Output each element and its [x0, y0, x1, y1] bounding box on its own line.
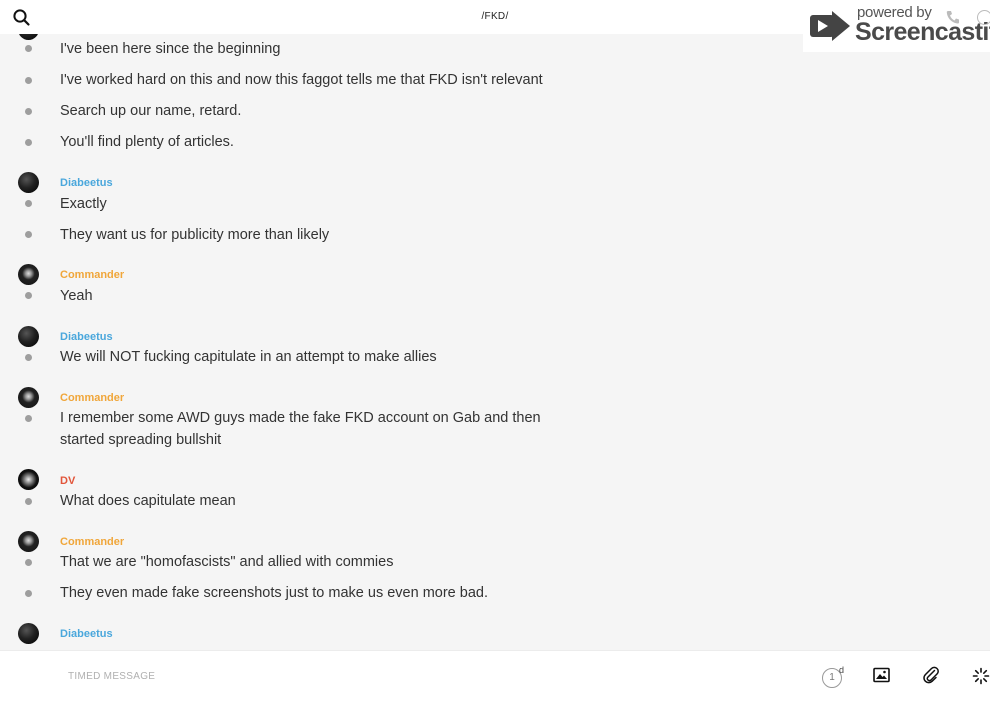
message-text: What does capitulate mean — [60, 493, 236, 509]
avatar[interactable] — [18, 264, 39, 285]
watermark-brand: Screencastify — [855, 18, 990, 46]
timer-unit: d — [839, 665, 845, 675]
message-bullet — [25, 45, 32, 52]
screencastify-logo-icon — [808, 7, 852, 50]
message-bullet — [25, 231, 32, 238]
author-name[interactable]: DV — [60, 475, 75, 487]
avatar[interactable] — [18, 172, 39, 193]
message-bullet — [25, 108, 32, 115]
message-feed[interactable]: I've been here since the beginning I've … — [0, 0, 990, 650]
message-bullet — [25, 498, 32, 505]
message-text: We will NOT fucking capitulate in an att… — [60, 349, 437, 365]
message-text: Yeah — [60, 288, 93, 304]
message-bullet — [25, 590, 32, 597]
author-name[interactable]: Commander — [60, 392, 124, 404]
author-name[interactable]: Diabeetus — [60, 628, 113, 640]
message-bullet — [25, 559, 32, 566]
message-text: That we are "homofascists" and allied wi… — [60, 554, 394, 570]
message-text: Search up our name, retard. — [60, 103, 242, 119]
message-text: They even made fake screenshots just to … — [60, 585, 488, 601]
composer: TIMED MESSAGE 1 — [0, 650, 990, 701]
message-bullet — [25, 415, 32, 422]
phone-icon[interactable] — [945, 9, 961, 30]
spinner-icon[interactable] — [972, 667, 990, 690]
avatar[interactable] — [18, 623, 39, 644]
message-bullet — [25, 200, 32, 207]
author-name[interactable]: Commander — [60, 536, 124, 548]
screencastify-watermark: powered by Screencastify — [803, 0, 990, 52]
message-input[interactable]: TIMED MESSAGE — [68, 671, 155, 682]
author-name[interactable]: Diabeetus — [60, 331, 113, 343]
message-text: I've worked hard on this and now this fa… — [60, 72, 543, 88]
message-text: I've been here since the beginning — [60, 41, 281, 57]
message-bullet — [25, 292, 32, 299]
message-text: Exactly — [60, 196, 107, 212]
message-text: They want us for publicity more than lik… — [60, 227, 330, 243]
author-name[interactable]: Diabeetus — [60, 177, 113, 189]
message-text: You'll find plenty of articles. — [60, 134, 234, 150]
message-bullet — [25, 77, 32, 84]
paperclip-icon[interactable] — [922, 666, 940, 689]
image-icon[interactable] — [873, 667, 890, 688]
info-icon[interactable] — [977, 10, 990, 25]
author-name[interactable]: Commander — [60, 269, 124, 281]
avatar[interactable] — [18, 326, 39, 347]
message-bullet — [25, 139, 32, 146]
message-text: I remember some AWD guys made the fake F… — [60, 410, 541, 448]
avatar[interactable] — [18, 531, 39, 552]
avatar[interactable] — [18, 469, 39, 490]
message-bullet — [25, 354, 32, 361]
avatar[interactable] — [18, 387, 39, 408]
